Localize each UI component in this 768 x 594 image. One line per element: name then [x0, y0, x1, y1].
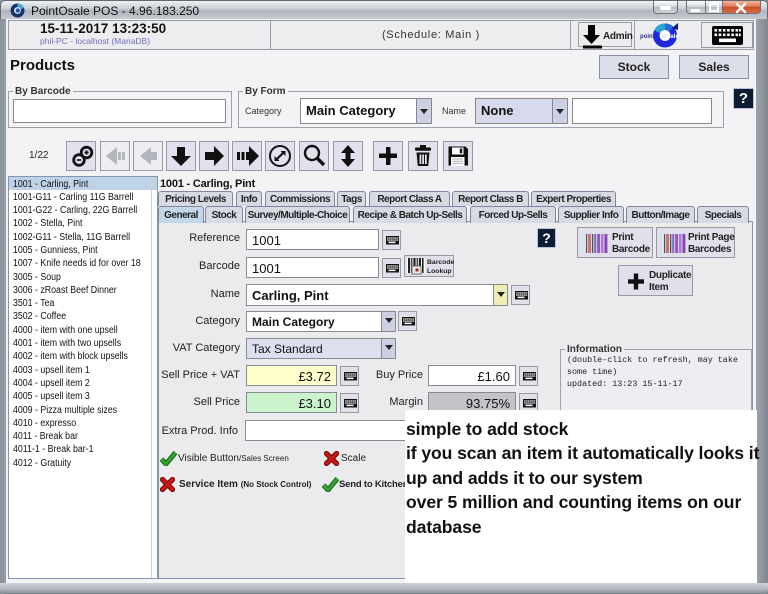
- svg-text:o: o: [662, 34, 666, 40]
- svg-text:sale: sale: [667, 34, 679, 40]
- svg-text:point: point: [640, 34, 655, 40]
